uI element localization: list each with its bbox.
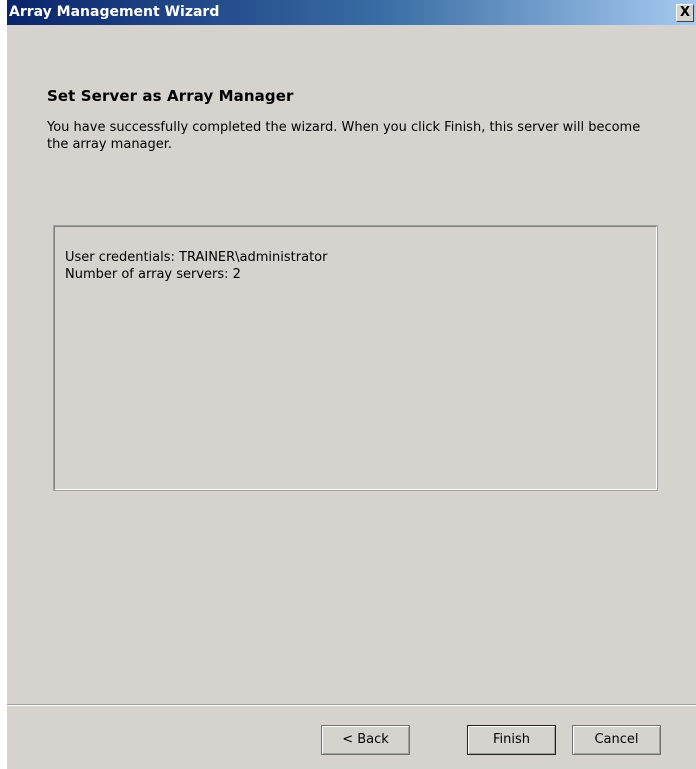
title-bar[interactable]: Array Management Wizard X: [7, 0, 696, 25]
page-description: You have successfully completed the wiza…: [47, 120, 641, 152]
summary-box: User credentials: TRAINER\administrator …: [53, 225, 658, 491]
close-icon: X: [679, 5, 691, 20]
page-title: Set Server as Array Manager: [47, 87, 294, 105]
summary-server-count: Number of array servers: 2: [65, 267, 241, 282]
window-title: Array Management Wizard: [9, 4, 220, 20]
footer-separator: [7, 704, 696, 706]
summary-credentials: User credentials: TRAINER\administrator: [65, 250, 328, 265]
close-button[interactable]: X: [676, 4, 694, 22]
finish-button[interactable]: Finish: [467, 725, 556, 755]
back-button[interactable]: < Back: [321, 725, 410, 755]
wizard-window: Array Management Wizard X Set Server as …: [7, 0, 696, 769]
cancel-button[interactable]: Cancel: [572, 725, 661, 755]
